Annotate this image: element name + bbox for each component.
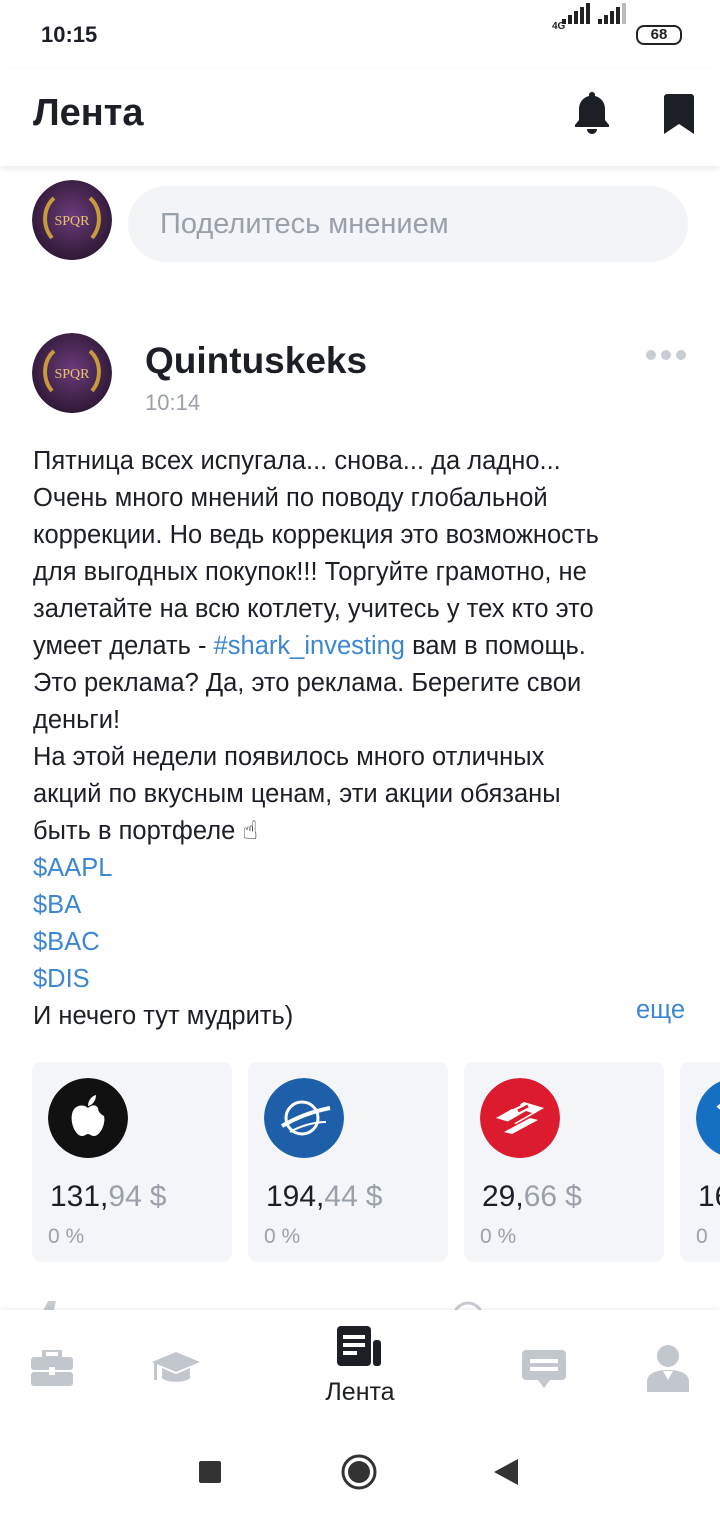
graduation-cap-icon: [152, 1352, 200, 1382]
ticker-link-dis[interactable]: $DIS: [33, 961, 693, 998]
chat-icon: [522, 1350, 566, 1388]
ticker-card-bac[interactable]: 29,66 $ 0 %: [464, 1062, 664, 1262]
ticker-change: 0 %: [480, 1225, 517, 1248]
post-timestamp: 10:14: [145, 390, 201, 415]
post-text-line: Пятница всех испугала... снова... да лад…: [33, 447, 561, 475]
home-icon[interactable]: [341, 1454, 377, 1490]
profile-icon: [647, 1345, 689, 1392]
bell-icon[interactable]: [572, 90, 612, 134]
ticker-card-aapl[interactable]: 131,94 $ 0 %: [32, 1062, 232, 1262]
recent-apps-icon[interactable]: [199, 1461, 221, 1483]
post-text-fragment: вам в помощь.: [405, 632, 586, 660]
ticker-card-dis[interactable]: 16 0: [680, 1062, 720, 1262]
briefcase-icon: [31, 1350, 73, 1386]
ticker-change: 0: [696, 1225, 708, 1248]
post-text-line: На этой недели появилось много отличных: [33, 743, 545, 771]
post-body: Пятница всех испугала... снова... да лад…: [33, 443, 693, 1035]
post-text-line: Это реклама? Да, это реклама. Берегите с…: [33, 669, 582, 697]
battery-indicator: 68: [636, 25, 682, 45]
more-options-icon[interactable]: [646, 350, 686, 362]
app-header: Лента: [0, 68, 720, 166]
post-text-fragment: умеет делать -: [33, 632, 214, 660]
nav-item-feed[interactable]: Лента: [300, 1310, 420, 1424]
ticker-price: 29,66 $: [482, 1180, 582, 1213]
post-author-name[interactable]: Quintuskeks: [145, 340, 367, 382]
ticker-card-ba[interactable]: 194,44 $ 0 %: [248, 1062, 448, 1262]
post-text-line: коррекции. Но ведь коррекция это возможн…: [33, 521, 599, 549]
back-icon[interactable]: [494, 1459, 518, 1485]
post-text-line: быть в портфеле ☝: [33, 817, 258, 845]
nav-item-education[interactable]: [128, 1310, 232, 1424]
post-text-line: для выгодных покупок!!! Торгуйте грамотн…: [33, 558, 587, 586]
post-text-line: акций по вкусным ценам, эти акции обязан…: [33, 780, 561, 808]
share-opinion-input[interactable]: [128, 186, 688, 262]
disney-logo-icon: [696, 1078, 720, 1158]
system-navigation-bar: [0, 1424, 720, 1520]
feed-icon: [337, 1326, 381, 1366]
post-text-line: деньги!: [33, 706, 121, 734]
user-avatar[interactable]: SPQR: [32, 180, 112, 260]
post-author-avatar[interactable]: SPQR: [32, 333, 112, 413]
bookmark-icon[interactable]: [664, 94, 694, 134]
show-more-link[interactable]: еще: [636, 996, 685, 1025]
nav-label-feed: Лента: [325, 1378, 395, 1406]
apple-logo-icon: [48, 1078, 128, 1158]
page-title: Лента: [33, 92, 144, 134]
status-bar: 10:15 4G 68: [0, 0, 720, 68]
ticker-price: 131,94 $: [50, 1180, 167, 1213]
bottom-navigation: Лента: [0, 1310, 720, 1424]
post-text-line: И нечего тут мудрить): [33, 1002, 294, 1030]
svg-text:SPQR: SPQR: [54, 367, 90, 382]
ticker-link-aapl[interactable]: $AAPL: [33, 850, 693, 887]
post-text-line: залетайте на всю котлету, учитесь у тех …: [33, 595, 594, 623]
ticker-price: 194,44 $: [266, 1180, 383, 1213]
ticker-price: 16: [698, 1180, 720, 1213]
status-time: 10:15: [41, 22, 98, 47]
ticker-change: 0 %: [48, 1225, 85, 1248]
svg-text:SPQR: SPQR: [54, 214, 90, 229]
post-text-line-with-hashtag: умеет делать - #shark_investing вам в по…: [33, 628, 693, 665]
bank-of-america-logo-icon: [480, 1078, 560, 1158]
nav-item-chat[interactable]: [492, 1310, 596, 1424]
ticker-change: 0 %: [264, 1225, 301, 1248]
boeing-logo-icon: [264, 1078, 344, 1158]
ticker-link-ba[interactable]: $BA: [33, 887, 693, 924]
nav-item-profile[interactable]: [616, 1310, 720, 1424]
ticker-link-bac[interactable]: $BAC: [33, 924, 693, 961]
post-text-line: Очень много мнений по поводу глобальной: [33, 484, 548, 512]
nav-item-portfolio[interactable]: [0, 1310, 104, 1424]
hashtag-link[interactable]: #shark_investing: [214, 632, 405, 660]
